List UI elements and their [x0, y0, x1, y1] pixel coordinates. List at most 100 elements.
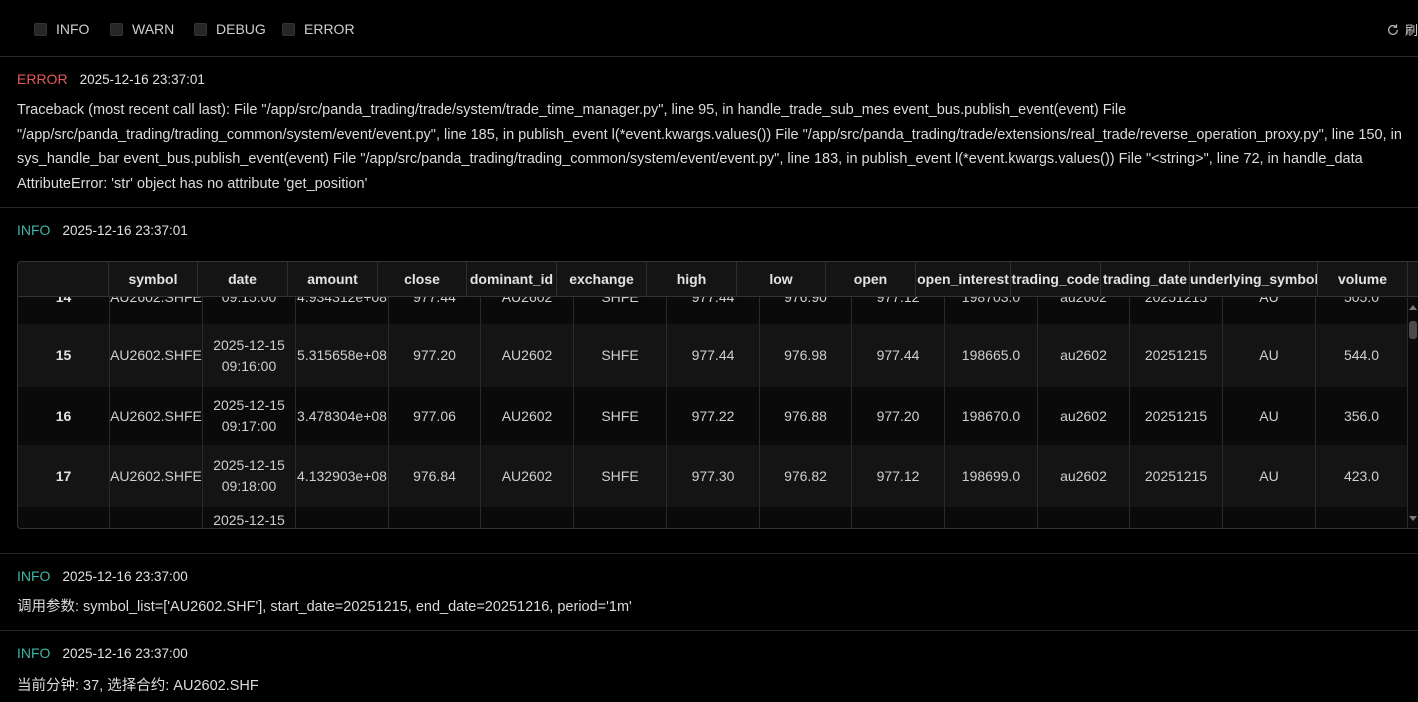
- cell-open: [852, 507, 945, 528]
- cell-trading-date: 20251215: [1130, 324, 1223, 387]
- table-vertical-scrollbar[interactable]: [1407, 297, 1418, 528]
- table-row: 14 AU2602.SHFE 09:15:00 4.934312e+08 977…: [18, 297, 1408, 324]
- filter-warn-label: WARN: [132, 21, 175, 37]
- cell-close: 977.44: [389, 297, 481, 324]
- column-header-index[interactable]: [18, 262, 109, 297]
- cell-volume: 505.0: [1316, 297, 1408, 324]
- table-row: 17 AU2602.SHFE 2025-12-15 09:18:00 4.1329…: [18, 445, 1408, 507]
- column-header-low[interactable]: low: [737, 262, 826, 297]
- log-timestamp: 2025-12-16 23:37:00: [62, 646, 188, 661]
- cell-date-day: 2025-12-15: [213, 397, 285, 413]
- scrollbar-thumb[interactable]: [1409, 321, 1417, 339]
- column-header-dominant-id[interactable]: dominant_id: [467, 262, 557, 297]
- cell-date: 09:15:00: [203, 297, 296, 324]
- cell-exchange: [574, 507, 667, 528]
- column-header-exchange[interactable]: exchange: [557, 262, 647, 297]
- cell-date-day: 2025-12-15: [213, 512, 285, 528]
- cell-underlying-symbol: AU: [1223, 297, 1316, 324]
- cell-trading-code: au2602: [1038, 445, 1130, 507]
- cell-high: 977.30: [667, 445, 760, 507]
- filter-info-label: INFO: [56, 21, 90, 37]
- cell-amount: 4.132903e+08: [296, 445, 389, 507]
- cell-date: 2025-12-15 09:16:00: [203, 324, 296, 387]
- cell-index: 14: [18, 297, 110, 324]
- filter-debug[interactable]: DEBUG: [194, 21, 266, 37]
- log-message: 当前分钟: 37, 选择合约: AU2602.SHF: [17, 678, 259, 694]
- filter-error-label: ERROR: [304, 21, 355, 37]
- column-header-open[interactable]: open: [826, 262, 916, 297]
- cell-open-interest: 198699.0: [945, 445, 1038, 507]
- cell-index: [18, 507, 110, 528]
- log-entry-error: ERROR 2025-12-16 23:37:01 Traceback (mos…: [0, 57, 1418, 208]
- column-header-trading-date[interactable]: trading_date: [1101, 262, 1190, 297]
- cell-date: 2025-12-15: [203, 507, 296, 528]
- cell-dominant-id: AU2602: [481, 324, 574, 387]
- cell-close: 977.20: [389, 324, 481, 387]
- column-header-symbol[interactable]: symbol: [109, 262, 198, 297]
- cell-date-time: 09:18:00: [221, 478, 277, 494]
- table-body[interactable]: 14 AU2602.SHFE 09:15:00 4.934312e+08 977…: [18, 297, 1408, 528]
- table-row: 16 AU2602.SHFE 2025-12-15 09:17:00 3.4783…: [18, 387, 1408, 445]
- log-entry-header: INFO 2025-12-16 23:37:01: [17, 222, 188, 238]
- table-row: 2025-12-15: [18, 507, 1408, 528]
- cell-date-time: 09:17:00: [221, 418, 277, 434]
- filter-warn[interactable]: WARN: [110, 21, 174, 37]
- cell-symbol: AU2602.SHFE: [110, 297, 203, 324]
- cell-trading-code: [1038, 507, 1130, 528]
- column-header-high[interactable]: high: [647, 262, 737, 297]
- cell-exchange: SHFE: [574, 445, 667, 507]
- column-header-close[interactable]: close: [378, 262, 467, 297]
- cell-high: 977.22: [667, 387, 760, 445]
- filter-error[interactable]: ERROR: [282, 21, 355, 37]
- column-header-underlying-symbol[interactable]: underlying_symbol: [1190, 262, 1318, 297]
- refresh-icon: [1388, 23, 1398, 35]
- scroll-down-arrow-icon[interactable]: [1409, 516, 1417, 521]
- cell-underlying-symbol: AU: [1223, 324, 1316, 387]
- scroll-up-arrow-icon[interactable]: [1409, 305, 1417, 310]
- cell-dominant-id: AU2602: [481, 387, 574, 445]
- filter-debug-checkbox[interactable]: [194, 22, 207, 36]
- cell-amount: 3.478304e+08: [296, 387, 389, 445]
- cell-exchange: SHFE: [574, 324, 667, 387]
- cell-date: 2025-12-15 09:17:00: [203, 387, 296, 445]
- cell-volume: 544.0: [1316, 324, 1408, 387]
- cell-close: [389, 507, 481, 528]
- cell-amount: 4.934312e+08: [296, 297, 389, 324]
- cell-amount: [296, 507, 389, 528]
- filter-debug-label: DEBUG: [216, 21, 266, 37]
- column-header-trading-code[interactable]: trading_code: [1011, 262, 1101, 297]
- cell-date: 2025-12-15 09:18:00: [203, 445, 296, 507]
- filter-error-checkbox[interactable]: [282, 22, 295, 36]
- cell-exchange: SHFE: [574, 297, 667, 324]
- cell-symbol: [110, 507, 203, 528]
- cell-underlying-symbol: [1223, 507, 1316, 528]
- log-entry-header: ERROR 2025-12-16 23:37:01: [17, 71, 205, 87]
- cell-high: 977.44: [667, 324, 760, 387]
- cell-exchange: SHFE: [574, 387, 667, 445]
- cell-dominant-id: AU2602: [481, 445, 574, 507]
- column-header-date[interactable]: date: [198, 262, 288, 297]
- column-header-volume[interactable]: volume: [1318, 262, 1408, 297]
- dataframe-table[interactable]: symbol date amount close dominant_id exc…: [17, 261, 1418, 529]
- cell-date-day: 2025-12-15: [213, 457, 285, 473]
- cell-trading-date: 20251215: [1130, 387, 1223, 445]
- filter-warn-checkbox[interactable]: [110, 22, 123, 36]
- filter-info-checkbox[interactable]: [34, 22, 47, 36]
- cell-underlying-symbol: AU: [1223, 387, 1316, 445]
- refresh-label: 刷: [1404, 23, 1418, 38]
- filter-info[interactable]: INFO: [34, 21, 89, 37]
- log-level-badge: ERROR: [17, 71, 68, 87]
- column-header-amount[interactable]: amount: [288, 262, 378, 297]
- cell-open-interest: 198665.0: [945, 324, 1038, 387]
- log-message: 调用参数: symbol_list=['AU2602.SHF'], start_…: [17, 599, 632, 615]
- cell-volume: 356.0: [1316, 387, 1408, 445]
- cell-volume: [1316, 507, 1408, 528]
- log-message: Traceback (most recent call last): File …: [17, 102, 1402, 192]
- cell-symbol: AU2602.SHFE: [110, 324, 203, 387]
- table-header: symbol date amount close dominant_id exc…: [18, 262, 1418, 297]
- cell-high: 977.44: [667, 297, 760, 324]
- column-header-open-interest[interactable]: open_interest: [916, 262, 1011, 297]
- cell-symbol: AU2602.SHFE: [110, 445, 203, 507]
- cell-open: 977.12: [852, 445, 945, 507]
- refresh-button[interactable]: 刷: [1386, 20, 1418, 39]
